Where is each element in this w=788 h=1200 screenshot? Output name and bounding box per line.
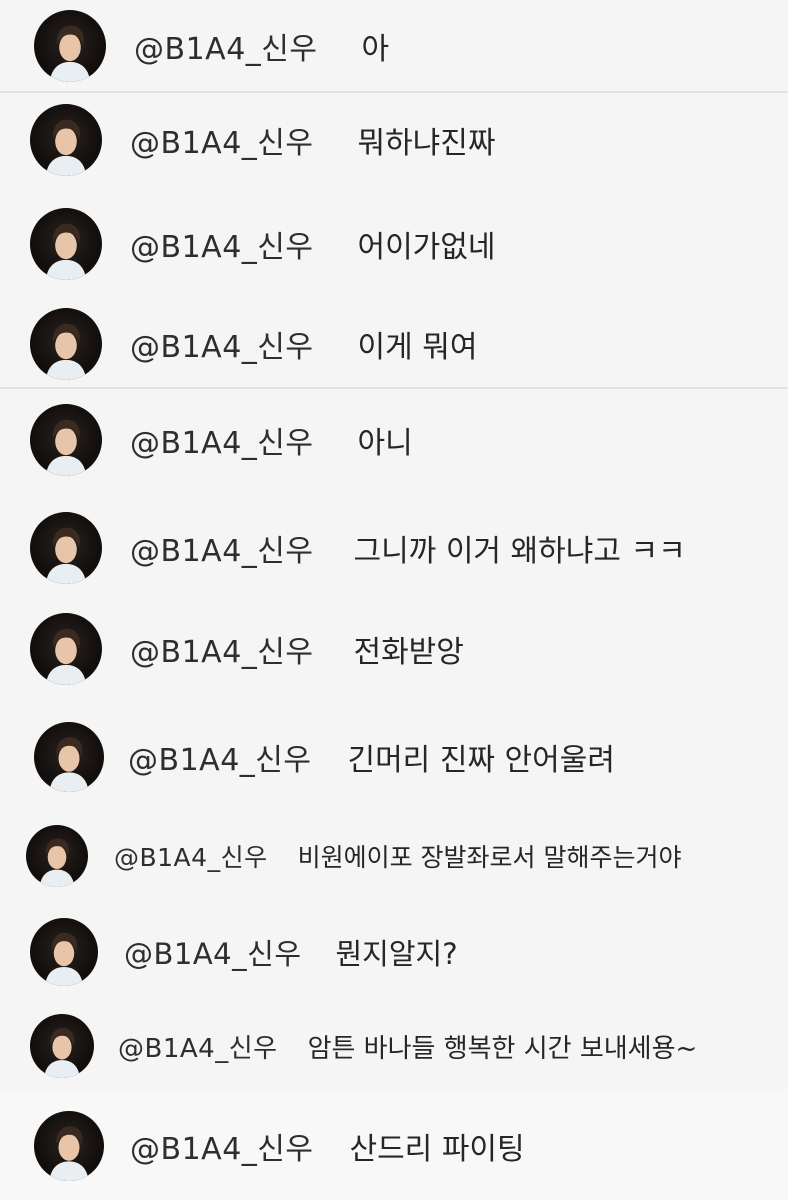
profile-photo-icon <box>45 527 87 584</box>
avatar[interactable] <box>30 1014 94 1078</box>
comment-author-handle[interactable]: @B1A4_신우 <box>130 222 313 266</box>
comment-author-handle[interactable]: @B1A4_신우 <box>114 838 268 874</box>
avatar[interactable] <box>30 208 102 280</box>
comment-text: 그니까 이거 왜하냐고 ㅋㅋ <box>353 534 686 569</box>
comment-text: 아 <box>361 32 390 67</box>
profile-photo-icon <box>39 838 75 887</box>
profile-photo-icon <box>49 25 91 82</box>
avatar[interactable] <box>30 404 102 476</box>
list-item: @B1A4_신우 암튼 바나들 행복한 시간 보내세용~ <box>0 1008 788 1084</box>
profile-photo-icon <box>44 932 84 986</box>
list-item: @B1A4_신우 이게 뭐여 <box>0 302 788 386</box>
list-item: @B1A4_신우 뭐하냐진짜 <box>0 98 788 182</box>
comment-text: 뭔지알지? <box>335 937 458 971</box>
comment-text: 이게 뭐여 <box>357 330 478 365</box>
profile-photo-icon <box>45 628 87 685</box>
list-item: @B1A4_신우 긴머리 진짜 안어울려 <box>0 715 788 799</box>
comment-text: 어이가없네 <box>357 230 496 265</box>
comment-author-handle[interactable]: @B1A4_신우 <box>124 931 302 973</box>
comment-text: 긴머리 진짜 안어울려 <box>347 743 615 778</box>
list-item: @B1A4_신우 전화받앙 <box>0 607 788 691</box>
comment-author-handle[interactable]: @B1A4_신우 <box>118 1028 278 1065</box>
comment-text: 비원에이포 장발좌로서 말해주는거야 <box>297 843 682 872</box>
profile-photo-icon <box>45 419 87 476</box>
comment-text: 전화받앙 <box>353 635 464 670</box>
comment-feed: @B1A4_신우 아 @B1A4_신우 뭐하냐진짜 @B1A4_신우 어이가없네 <box>0 0 788 1200</box>
list-item: @B1A4_신우 비원에이포 장발좌로서 말해주는거야 <box>0 820 788 892</box>
avatar[interactable] <box>30 512 102 584</box>
profile-photo-icon <box>44 1027 80 1078</box>
list-item: @B1A4_신우 산드리 파이팅 <box>0 1104 788 1188</box>
divider <box>0 91 788 93</box>
avatar[interactable] <box>34 10 106 82</box>
comment-author-handle[interactable]: @B1A4_신우 <box>130 322 313 366</box>
comment-text: 아니 <box>357 426 413 461</box>
divider <box>0 387 788 389</box>
profile-photo-icon <box>45 323 87 380</box>
list-item: @B1A4_신우 그니까 이거 왜하냐고 ㅋㅋ <box>0 506 788 590</box>
comment-text: 뭐하냐진짜 <box>357 126 496 161</box>
comment-author-handle[interactable]: @B1A4_신우 <box>128 735 311 779</box>
profile-photo-icon <box>45 223 87 280</box>
list-item: @B1A4_신우 아 <box>0 5 788 87</box>
profile-photo-icon <box>49 1126 89 1181</box>
comment-text: 산드리 파이팅 <box>349 1132 525 1167</box>
list-item: @B1A4_신우 아니 <box>0 398 788 482</box>
comment-author-handle[interactable]: @B1A4_신우 <box>130 118 313 162</box>
avatar[interactable] <box>30 308 102 380</box>
list-item: @B1A4_신우 뭔지알지? <box>0 912 788 992</box>
comment-author-handle[interactable]: @B1A4_신우 <box>130 627 313 671</box>
comment-author-handle[interactable]: @B1A4_신우 <box>130 1124 313 1168</box>
comment-text: 암튼 바나들 행복한 시간 보내세용~ <box>307 1033 698 1064</box>
comment-author-handle[interactable]: @B1A4_신우 <box>130 418 313 462</box>
avatar[interactable] <box>26 825 88 887</box>
profile-photo-icon <box>49 737 89 792</box>
comment-author-handle[interactable]: @B1A4_신우 <box>134 24 317 68</box>
profile-photo-icon <box>45 119 87 176</box>
avatar[interactable] <box>30 918 98 986</box>
list-item: @B1A4_신우 어이가없네 <box>0 202 788 286</box>
comment-author-handle[interactable]: @B1A4_신우 <box>130 526 313 570</box>
avatar[interactable] <box>34 722 104 792</box>
avatar[interactable] <box>30 613 102 685</box>
avatar[interactable] <box>34 1111 104 1181</box>
avatar[interactable] <box>30 104 102 176</box>
